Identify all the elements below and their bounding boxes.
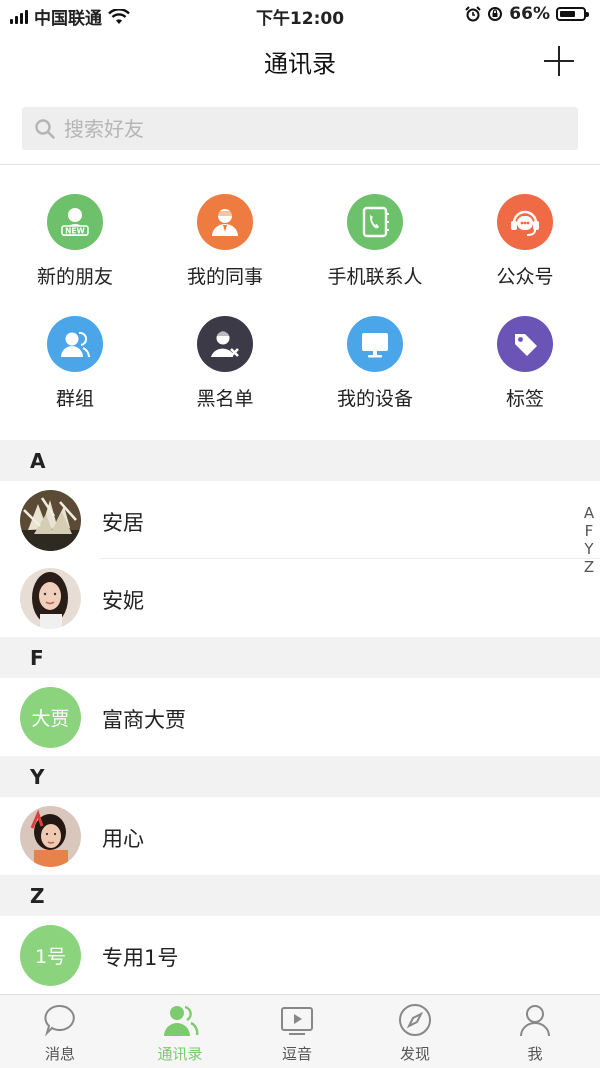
index-letter[interactable]: Y [582, 542, 596, 557]
svg-text:NEW: NEW [65, 227, 85, 236]
colleague-icon [197, 194, 253, 250]
section-letter: Z [30, 884, 45, 908]
contact-name: 富商大贾 [102, 708, 186, 732]
shortcut-label: 新的朋友 [36, 266, 113, 288]
status-right: 66% [465, 4, 589, 24]
navigation-bar: 通讯录 [0, 30, 600, 94]
shortcut-label: 标签 [505, 388, 544, 410]
tab-douyin[interactable]: 逗音 [237, 1001, 357, 1064]
tab-contacts[interactable]: 通讯录 [120, 1001, 240, 1064]
page-title: 通讯录 [264, 50, 336, 78]
contact-row[interactable]: 用心 [0, 797, 600, 875]
shortcut-label: 手机联系人 [327, 266, 423, 288]
contact-name: 专用1号 [102, 946, 179, 970]
tab-messages[interactable]: 消息 [0, 1001, 120, 1064]
tab-label: 逗音 [281, 1045, 312, 1063]
shortcut-colleagues[interactable]: 我的同事 [150, 194, 300, 289]
section-letter: Y [30, 765, 45, 789]
blacklist-icon [197, 316, 253, 372]
battery-icon [556, 7, 589, 21]
avatar: 大贾 [20, 687, 81, 748]
contact-name: 安居 [102, 511, 144, 535]
contact-name: 用心 [102, 827, 144, 851]
tab-label: 发现 [399, 1045, 430, 1063]
shortcut-label: 群组 [55, 388, 94, 410]
contact-row[interactable]: 1号 专用1号 [0, 916, 600, 994]
device-icon [347, 316, 403, 372]
video-icon [237, 1001, 357, 1039]
divider [0, 164, 600, 165]
alarm-icon [465, 6, 482, 22]
tab-bar: 消息 通讯录 逗音 发现 我 [0, 994, 600, 1068]
shortcut-label: 我的同事 [186, 266, 263, 288]
add-icon[interactable] [544, 46, 574, 76]
section-header-z: Z [0, 875, 600, 916]
tab-label: 我 [527, 1045, 543, 1063]
shortcut-official-accounts[interactable]: 公众号 [450, 194, 600, 289]
index-letter[interactable]: F [582, 524, 596, 539]
avatar [20, 490, 81, 551]
search-icon [35, 118, 55, 139]
avatar [20, 806, 81, 867]
official-account-icon [497, 194, 553, 250]
profile-icon [475, 1001, 595, 1039]
shortcut-blacklist[interactable]: 黑名单 [150, 316, 300, 411]
shortcut-label: 黑名单 [196, 388, 254, 410]
message-icon [0, 1001, 120, 1039]
contact-row[interactable]: 安居 [0, 481, 600, 559]
contact-name: 安妮 [102, 589, 144, 613]
section-header-a: A [0, 440, 600, 481]
battery-fill [560, 11, 575, 17]
shortcut-label: 公众号 [496, 266, 554, 288]
contacts-icon [120, 1001, 240, 1039]
index-letter[interactable]: Z [582, 560, 596, 575]
index-letter[interactable]: A [582, 506, 596, 521]
alphabet-index[interactable]: A F Y Z [582, 506, 596, 578]
new-friend-icon: NEW [47, 194, 103, 250]
shortcut-label: 我的设备 [336, 388, 413, 410]
rotation-lock-icon [488, 7, 503, 21]
shortcut-new-friends[interactable]: NEW 新的朋友 [0, 194, 150, 289]
tag-icon [497, 316, 553, 372]
group-icon [47, 316, 103, 372]
contact-row[interactable]: 大贾 富商大贾 [0, 678, 600, 756]
tab-discover[interactable]: 发现 [355, 1001, 475, 1064]
section-header-f: F [0, 637, 600, 678]
shortcut-phone-contacts[interactable]: 手机联系人 [300, 194, 450, 289]
battery-percent: 66% [509, 4, 550, 24]
avatar: 1号 [20, 925, 81, 986]
compass-icon [355, 1001, 475, 1039]
section-letter: F [30, 646, 44, 670]
shortcut-my-devices[interactable]: 我的设备 [300, 316, 450, 411]
phone-contact-icon [347, 194, 403, 250]
section-letter: A [30, 449, 46, 473]
status-bar: 中国联通 下午12:00 66% [0, 0, 600, 30]
contact-row[interactable]: 安妮 [0, 559, 600, 637]
tab-me[interactable]: 我 [475, 1001, 595, 1064]
tab-label: 消息 [44, 1045, 75, 1063]
shortcut-groups[interactable]: 群组 [0, 316, 150, 411]
avatar [20, 568, 81, 629]
section-header-y: Y [0, 756, 600, 797]
search-input[interactable] [62, 115, 546, 142]
shortcut-tags[interactable]: 标签 [450, 316, 600, 411]
search-bar[interactable] [22, 107, 578, 150]
tab-label: 通讯录 [157, 1045, 203, 1063]
